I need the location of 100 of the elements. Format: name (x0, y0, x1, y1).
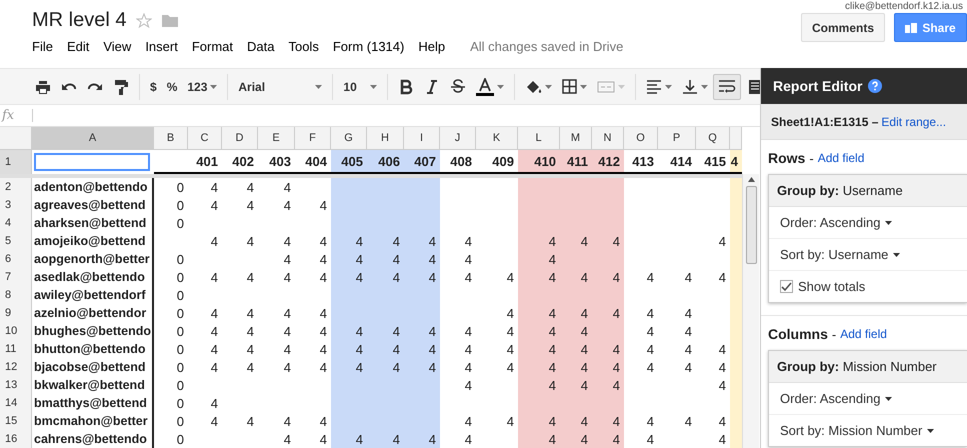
menu-item[interactable]: View (96, 37, 138, 56)
edit-range-link[interactable]: Edit range... (881, 114, 946, 128)
option-dropdown[interactable]: Order: Ascending (780, 215, 892, 230)
row-number[interactable]: 10 (0, 322, 32, 340)
caret-icon (927, 428, 934, 432)
column-header[interactable]: P (658, 127, 696, 150)
checkbox[interactable] (780, 280, 793, 293)
column-header[interactable]: I (404, 127, 440, 150)
score-cell-text: 4 (612, 376, 621, 394)
row-number[interactable]: 5 (0, 232, 32, 250)
score-cell-text: 0 (176, 214, 185, 232)
score-cell-text: 4 (548, 358, 557, 376)
column-header[interactable]: N (592, 127, 624, 150)
score-cell-text: 4 (282, 268, 292, 286)
add-field-link[interactable]: Add field (840, 327, 887, 341)
number-format-button[interactable]: $ (145, 74, 162, 100)
column-header[interactable]: H (367, 127, 404, 150)
score-cell-text: 4 (684, 358, 693, 376)
row-number[interactable]: 9 (0, 304, 32, 322)
column-header[interactable]: C (188, 127, 222, 150)
score-cell-text: 4 (354, 430, 364, 448)
number-format-button[interactable]: 123 (182, 74, 222, 100)
score-cell-text: 4 (506, 412, 515, 430)
row-number[interactable]: 1 (0, 150, 32, 174)
score-cell-text: 4 (246, 196, 255, 214)
score-cell-text: 4 (612, 340, 621, 358)
column-header[interactable]: A (32, 127, 154, 150)
score-cell-text: 4 (464, 340, 473, 358)
row-number[interactable]: 2 (0, 178, 32, 196)
menu-item[interactable]: Insert (138, 37, 185, 56)
score-cell-text: 0 (176, 196, 185, 214)
row-number[interactable]: 11 (0, 340, 32, 358)
column-header[interactable]: G (331, 127, 367, 150)
menu-item[interactable]: Tools (281, 37, 326, 56)
score-cell-text: 4 (580, 376, 589, 394)
column-header[interactable]: F (295, 127, 331, 150)
column-header[interactable]: B (154, 127, 188, 150)
row-number[interactable]: 13 (0, 376, 32, 394)
row-number[interactable]: 15 (0, 412, 32, 430)
row-number[interactable]: 16 (0, 430, 32, 448)
score-cell-text: 4 (464, 376, 473, 394)
font-dropdown[interactable]: Arial (233, 74, 328, 100)
mission-number-cell: 409 (476, 150, 518, 174)
score-cell-text: 4 (548, 376, 557, 394)
score-cell-text: 4 (428, 358, 437, 376)
score-cell-text: 4 (464, 268, 473, 286)
row-number[interactable]: 14 (0, 394, 32, 412)
mission-number-cell: 412 (592, 150, 624, 174)
option-dropdown[interactable]: Order: Ascending (780, 391, 892, 406)
column-header[interactable]: J (440, 127, 476, 150)
caret-icon (580, 84, 588, 88)
row-number[interactable]: 6 (0, 250, 32, 268)
scroll-up-arrow-icon[interactable] (748, 177, 754, 182)
column-header[interactable]: M (560, 127, 592, 150)
sheet-icon[interactable] (749, 78, 760, 94)
score-cell-text: 4 (318, 412, 328, 430)
separator-text: - (832, 326, 836, 342)
score-cell-text: 4 (646, 340, 655, 358)
add-field-link[interactable]: Add field (818, 151, 864, 165)
column-header[interactable]: D (222, 127, 258, 150)
score-cell-text: 4 (246, 322, 255, 340)
option-dropdown[interactable]: Sort by: Username (780, 247, 900, 262)
caret-icon (701, 84, 708, 88)
column-header[interactable]: L (518, 127, 560, 150)
menu-item[interactable]: Format (184, 37, 240, 56)
score-cell-text: 4 (246, 268, 255, 286)
score-cell-text: 4 (246, 412, 255, 430)
text-wrap-icon (718, 78, 736, 94)
menu-item[interactable]: File (25, 37, 60, 56)
row-number[interactable]: 8 (0, 286, 32, 304)
menu-item[interactable]: Data (240, 37, 282, 56)
document-title[interactable]: MR level 4 (32, 9, 126, 32)
star-icon[interactable] (136, 12, 152, 28)
username-cell: aharksen@bettend (32, 214, 154, 232)
score-cell-text: 4 (210, 394, 219, 412)
row-number[interactable]: 7 (0, 268, 32, 286)
menu-item[interactable]: Edit (60, 37, 96, 56)
column-header[interactable]: E (258, 127, 295, 150)
column-header[interactable]: O (624, 127, 658, 150)
row-number[interactable]: 4 (0, 214, 32, 232)
row-number[interactable]: 3 (0, 196, 32, 214)
text-wrap-button[interactable] (713, 74, 742, 100)
option-dropdown[interactable]: Sort by: Mission Number (780, 423, 934, 438)
comments-button[interactable]: Comments (800, 13, 885, 42)
row-number[interactable]: 12 (0, 358, 32, 376)
score-cell-text: 4 (282, 358, 292, 376)
score-cell-text: 4 (464, 232, 473, 250)
scrollbar-thumb[interactable] (746, 186, 756, 264)
menu-item[interactable]: Help (411, 37, 452, 56)
column-header[interactable]: Q (696, 127, 730, 150)
column-header[interactable]: K (476, 127, 518, 150)
font-size-dropdown[interactable]: 10 (338, 74, 382, 100)
score-cell-text: 4 (210, 304, 219, 322)
number-format-button[interactable]: % (162, 74, 182, 100)
menu-item[interactable]: Form (1314) (326, 37, 412, 56)
align-bottom-icon (682, 78, 698, 94)
mission-number-cell: 406 (367, 150, 404, 174)
align-left-icon (646, 80, 662, 94)
help-icon[interactable] (868, 79, 882, 93)
scrollbar[interactable] (742, 174, 759, 448)
